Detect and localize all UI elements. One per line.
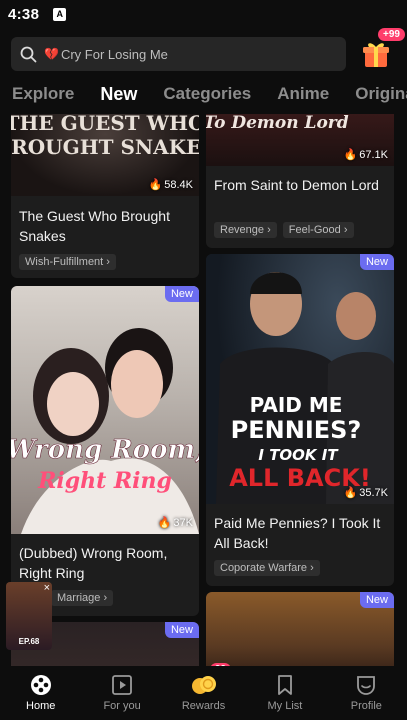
tab-explore[interactable]: Explore bbox=[12, 84, 74, 108]
drama-card-guest-snakes[interactable]: THE GUEST WHO BROUGHT SNAKES 🔥58.4K The … bbox=[11, 114, 199, 278]
drama-title[interactable]: From Saint to Demon Lord bbox=[214, 175, 386, 195]
drama-card-saint-demon[interactable]: To Demon Lord 🔥 67.1K From Saint to Demon… bbox=[206, 114, 394, 248]
tag-list: Wish-Fulfillment › bbox=[19, 254, 116, 270]
flame-icon: 🔥 bbox=[157, 517, 172, 529]
status-bar: 4:38 A bbox=[0, 0, 407, 28]
nav-rewards[interactable]: Rewards bbox=[163, 666, 244, 720]
drama-card-paid-pennies[interactable]: PAID ME PENNIES? I TOOK IT ALL BACK! New… bbox=[206, 254, 394, 586]
mini-player[interactable]: × EP.68 bbox=[6, 582, 52, 650]
poster-title-line: To Demon Lord bbox=[206, 114, 349, 133]
nav-profile[interactable]: Profile bbox=[326, 666, 407, 720]
nav-for-you[interactable]: For you bbox=[81, 666, 162, 720]
nav-label: For you bbox=[103, 700, 141, 712]
tab-originals[interactable]: Origina bbox=[355, 84, 407, 108]
tag-chip[interactable]: Wish-Fulfillment › bbox=[19, 254, 116, 270]
search-row: 💔 Cry For Losing Me +99 bbox=[11, 28, 405, 73]
drama-card-wrong-room[interactable]: Wrong Room, Right Ring New 🔥 37K (Dubbed)… bbox=[11, 286, 199, 616]
search-input[interactable]: 💔 Cry For Losing Me bbox=[11, 37, 346, 71]
clock: 4:38 bbox=[8, 5, 40, 23]
gift-icon bbox=[363, 43, 389, 67]
nav-my-list[interactable]: My List bbox=[244, 666, 325, 720]
episode-label: EP.68 bbox=[18, 637, 40, 646]
tag-chip[interactable]: Feel-Good › bbox=[282, 222, 354, 238]
drama-title[interactable]: Paid Me Pennies? I Took It All Back! bbox=[214, 513, 386, 553]
new-badge: New bbox=[359, 254, 394, 270]
views-count: 🔥 35.7K bbox=[343, 486, 388, 500]
poster-image: To Demon Lord 🔥 67.1K bbox=[206, 114, 394, 166]
tab-anime[interactable]: Anime bbox=[277, 84, 329, 108]
poster-title-line: BROUGHT SNAKES bbox=[11, 135, 199, 159]
tag-chip[interactable]: Marriage › bbox=[51, 590, 114, 606]
close-icon[interactable]: × bbox=[44, 582, 50, 594]
poster-title-line: PENNIES? bbox=[231, 416, 362, 444]
drama-feed[interactable]: THE GUEST WHO BROUGHT SNAKES 🔥58.4K The … bbox=[0, 114, 407, 666]
tag-chip[interactable]: Revenge › bbox=[214, 222, 277, 238]
poster-title-line: Right Ring bbox=[37, 468, 172, 494]
new-badge: New bbox=[164, 622, 199, 638]
nav-label: Rewards bbox=[181, 700, 226, 712]
tag-list: Coporate Warfare › bbox=[214, 560, 320, 576]
views-count: 🔥 37K bbox=[157, 516, 193, 530]
views-count: 🔥 58.4K bbox=[148, 178, 193, 192]
search-icon bbox=[20, 46, 37, 62]
gift-button[interactable]: +99 bbox=[361, 28, 405, 69]
gift-badge: +99 bbox=[378, 28, 405, 41]
flame-icon: 🔥 bbox=[343, 487, 358, 499]
woman-face bbox=[47, 372, 99, 436]
drama-title[interactable]: (Dubbed) Wrong Room, Right Ring bbox=[19, 543, 191, 583]
bookmark-icon bbox=[278, 675, 292, 695]
poster-title-line: Wrong Room, bbox=[11, 435, 199, 465]
second-man-face bbox=[336, 292, 376, 340]
flame-icon: 🔥 bbox=[148, 179, 163, 191]
man-hair bbox=[250, 272, 302, 294]
nav-label: Home bbox=[26, 700, 56, 712]
bottom-nav: Home For you Rewards My List Profile bbox=[0, 666, 407, 720]
home-icon bbox=[30, 675, 51, 695]
flame-icon: 🔥 bbox=[343, 149, 358, 161]
poster-image: THE GUEST WHO BROUGHT SNAKES 🔥58.4K bbox=[11, 114, 199, 196]
poster-image: Wrong Room, Right Ring New 🔥 37K bbox=[11, 286, 199, 534]
search-placeholder: Cry For Losing Me bbox=[60, 46, 168, 62]
tag-list: Revenge › Feel-Good › bbox=[214, 222, 354, 238]
tag-list: Marriage › bbox=[51, 590, 114, 606]
nav-label: My List bbox=[267, 700, 303, 712]
poster-title-line: PAID ME bbox=[250, 393, 343, 417]
poster-art: PAID ME PENNIES? I TOOK IT ALL BACK! bbox=[216, 272, 394, 504]
profile-icon bbox=[357, 676, 376, 695]
drama-card-bottom-right[interactable]: New bbox=[206, 592, 394, 666]
tab-new[interactable]: New bbox=[100, 84, 137, 108]
new-badge: New bbox=[359, 592, 394, 608]
drama-title[interactable]: The Guest Who Brought Snakes bbox=[19, 206, 191, 246]
nav-label: Profile bbox=[350, 700, 382, 712]
poster-image: PAID ME PENNIES? I TOOK IT ALL BACK! New… bbox=[206, 254, 394, 504]
views-count: 🔥 67.1K bbox=[343, 148, 388, 162]
broken-heart-icon: 💔 bbox=[44, 47, 59, 61]
play-square-icon bbox=[112, 675, 133, 695]
notification-icon: A bbox=[53, 7, 67, 21]
poster-title-line: I TOOK IT bbox=[258, 446, 339, 464]
tab-categories[interactable]: Categories bbox=[163, 84, 251, 108]
coins-icon bbox=[191, 676, 216, 694]
man-face bbox=[111, 350, 163, 418]
category-tabs: Explore New Categories Anime Origina bbox=[0, 84, 407, 108]
poster-art: Wrong Room, Right Ring bbox=[11, 328, 199, 534]
nav-home[interactable]: Home bbox=[0, 666, 81, 720]
tag-chip[interactable]: Coporate Warfare › bbox=[214, 560, 320, 576]
new-badge: New bbox=[164, 286, 199, 302]
poster-title-line: THE GUEST WHO bbox=[11, 114, 199, 135]
